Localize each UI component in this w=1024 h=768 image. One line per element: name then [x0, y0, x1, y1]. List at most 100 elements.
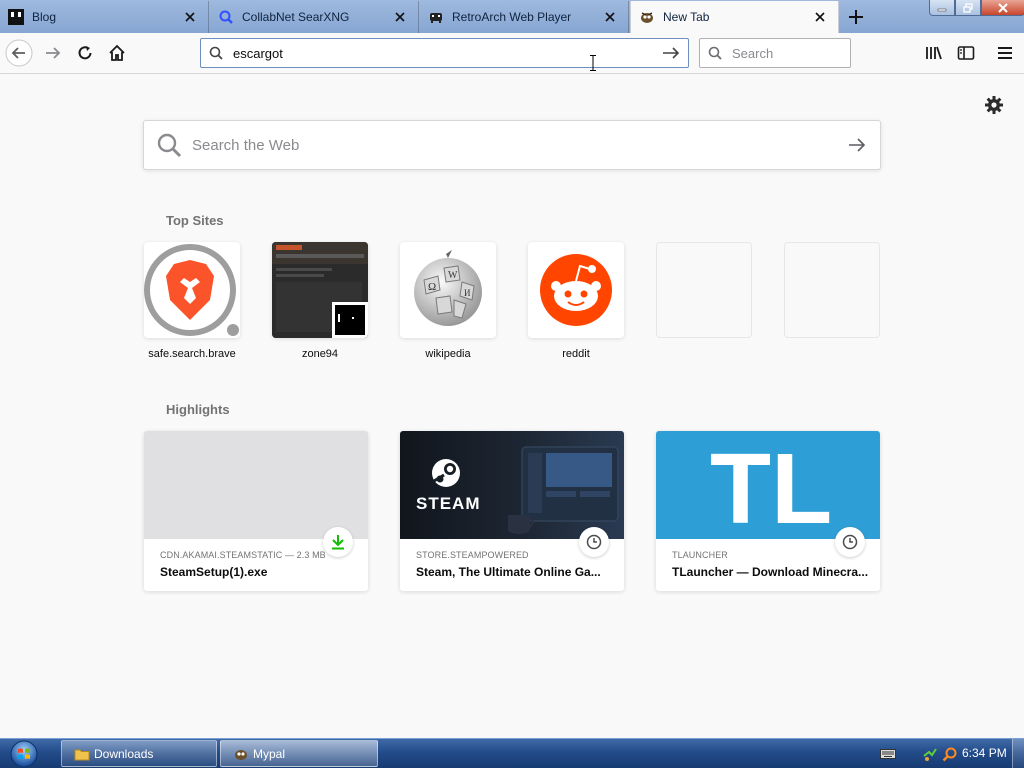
tab-new-tab[interactable]: New Tab: [630, 1, 839, 33]
tab-strip: Blog CollabNet SearXNG RetroArch Web Pla…: [0, 0, 1024, 33]
plus-icon: [849, 10, 863, 24]
back-arrow-icon: [5, 39, 33, 67]
card-meta: TLAUNCHER: [672, 550, 728, 560]
mypal-favicon-icon: [639, 9, 655, 25]
mypal-icon: [233, 746, 249, 762]
top-site-brave[interactable]: safe.search.brave: [144, 242, 240, 360]
tlauncher-brand-text: TL: [710, 433, 832, 539]
taskbar: Downloads Mypal 6:34 PM: [0, 738, 1024, 768]
taskbar-item-mypal[interactable]: Mypal: [220, 740, 378, 767]
clock-icon: [579, 527, 609, 557]
restore-button[interactable]: [955, 0, 981, 16]
home-button[interactable]: [102, 38, 132, 68]
svg-text:Ω: Ω: [428, 281, 436, 293]
top-sites-heading: Top Sites: [166, 213, 224, 228]
svg-text:И: И: [464, 288, 471, 298]
tab-searxng[interactable]: CollabNet SearXNG: [210, 1, 419, 33]
forward-button[interactable]: [38, 38, 68, 68]
taskbar-item-downloads[interactable]: Downloads: [61, 740, 217, 767]
search-tray-icon[interactable]: [942, 739, 958, 768]
taskbar-item-label: Downloads: [94, 746, 154, 761]
text-cursor-icon: [590, 55, 596, 71]
card-title: Steam, The Ultimate Online Ga...: [416, 565, 601, 579]
top-site-empty: [784, 242, 880, 348]
navigation-toolbar: escargot Search: [0, 33, 1024, 74]
minimize-button[interactable]: [929, 0, 955, 16]
card-meta: CDN.AKAMAI.STEAMSTATIC — 2.3 MB: [160, 550, 326, 560]
steam-thumbnail: STEAM: [416, 446, 619, 534]
folder-icon: [74, 746, 90, 762]
new-tab-button[interactable]: [845, 6, 867, 28]
start-button[interactable]: [4, 740, 44, 768]
steam-brand-text: STEAM: [416, 494, 481, 513]
show-desktop-button[interactable]: [1012, 739, 1024, 768]
top-site-label: zone94: [301, 348, 339, 360]
back-button[interactable]: [4, 38, 34, 68]
top-site-tile[interactable]: [272, 242, 368, 338]
card-title: SteamSetup(1).exe: [160, 565, 268, 579]
svg-text:W: W: [448, 270, 458, 281]
card-thumbnail: STEAM: [400, 431, 624, 539]
web-search-box[interactable]: Search the Web: [143, 120, 881, 170]
search-bar[interactable]: Search: [699, 38, 851, 68]
library-button[interactable]: [919, 38, 949, 68]
search-icon: [209, 46, 223, 60]
wikipedia-globe-icon: Ω W И: [414, 250, 482, 326]
clock-icon: [835, 527, 865, 557]
top-site-tile[interactable]: [528, 242, 624, 338]
tab-title: Blog: [32, 10, 57, 24]
highlight-card[interactable]: CDN.AKAMAI.STEAMSTATIC — 2.3 MB SteamSet…: [144, 431, 368, 591]
url-bar[interactable]: escargot: [200, 38, 689, 68]
highlight-card[interactable]: STEAM STORE.STEAMPOWERED Steam, The Ulti…: [400, 431, 624, 591]
search-icon: [708, 46, 722, 60]
reload-icon: [78, 46, 92, 60]
top-site-zone94[interactable]: zone94: [272, 242, 368, 360]
highlights-heading: Highlights: [166, 402, 230, 417]
invader-favicon-icon: [428, 9, 444, 25]
download-icon: [323, 527, 353, 557]
close-window-button[interactable]: [981, 0, 1024, 16]
system-clock[interactable]: 6:34 PM: [962, 746, 1007, 760]
close-tab-icon[interactable]: [602, 9, 618, 25]
tlauncher-thumbnail: TL: [710, 433, 832, 545]
sidebar-button[interactable]: [951, 38, 981, 68]
top-site-wikipedia[interactable]: Ω W И wikipedia: [400, 242, 496, 360]
close-tab-icon[interactable]: [812, 9, 828, 25]
submit-arrow-icon[interactable]: [848, 137, 866, 153]
web-search-placeholder: Search the Web: [192, 136, 300, 154]
forward-arrow-icon: [46, 47, 61, 59]
empty-top-site-tile: [656, 242, 752, 338]
tab-title: CollabNet SearXNG: [242, 10, 350, 24]
close-tab-icon[interactable]: [392, 9, 408, 25]
menu-button[interactable]: [990, 38, 1020, 68]
tab-retroarch[interactable]: RetroArch Web Player: [420, 1, 629, 33]
gear-icon[interactable]: [984, 95, 1004, 115]
top-site-reddit[interactable]: reddit: [528, 242, 624, 360]
tab-blog[interactable]: Blog: [0, 1, 209, 33]
window-controls: [929, 0, 1024, 16]
top-site-tile[interactable]: [144, 242, 240, 338]
search-placeholder: Search: [732, 45, 774, 61]
top-site-label: wikipedia: [425, 348, 471, 360]
blog-favicon-icon: [8, 9, 24, 25]
zone94-thumbnail: [272, 242, 368, 338]
sidebar-icon: [957, 46, 975, 60]
network-icon[interactable]: [922, 739, 938, 768]
top-site-label: reddit: [562, 348, 590, 360]
url-input-value[interactable]: escargot: [233, 46, 662, 61]
card-title: TLauncher — Download Minecra...: [672, 565, 868, 579]
taskbar-item-label: Mypal: [253, 746, 286, 761]
top-site-label: safe.search.brave: [148, 348, 236, 360]
brave-lion-icon: [144, 244, 239, 336]
top-site-tile[interactable]: Ω W И: [400, 242, 496, 338]
close-tab-icon[interactable]: [182, 9, 198, 25]
card-thumbnail: [144, 431, 368, 539]
windows-start-icon: [10, 740, 38, 768]
reload-button[interactable]: [70, 38, 100, 68]
go-arrow-icon[interactable]: [662, 46, 680, 60]
keyboard-icon[interactable]: [880, 739, 896, 768]
tab-title: RetroArch Web Player: [452, 10, 572, 24]
search-icon: [157, 133, 182, 158]
highlight-card[interactable]: TL TLAUNCHER TLauncher — Download Minecr…: [656, 431, 880, 591]
home-icon: [109, 44, 125, 61]
